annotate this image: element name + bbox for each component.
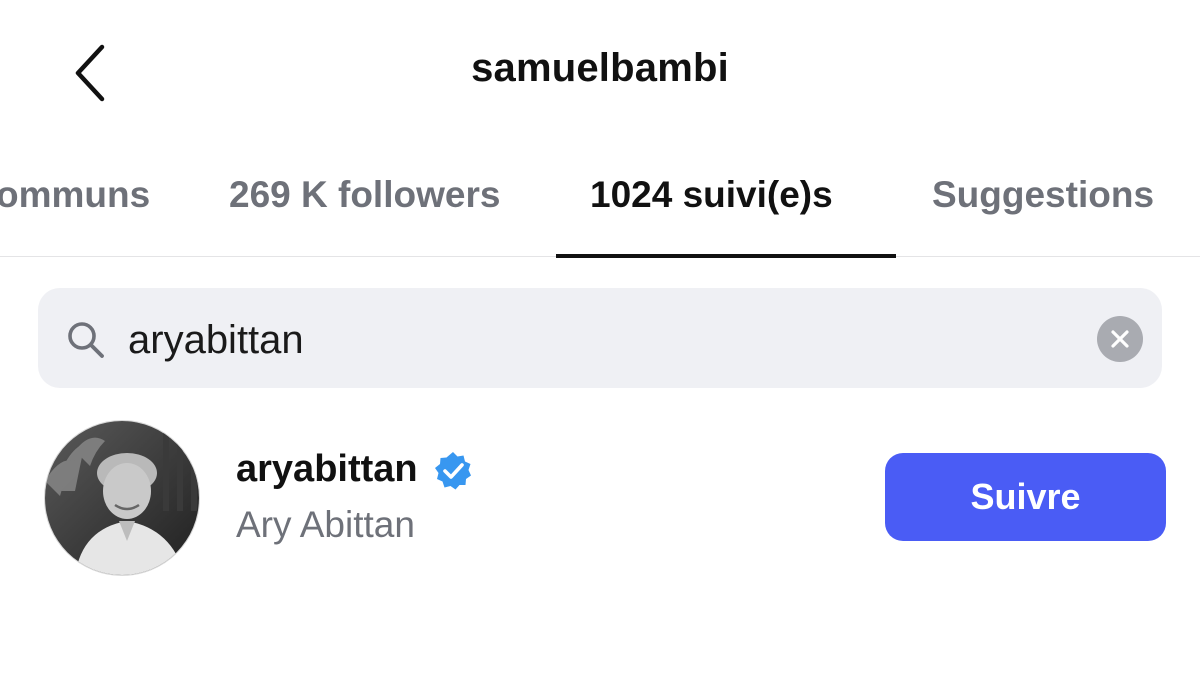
- clear-icon: [1111, 330, 1129, 348]
- search-input[interactable]: [128, 312, 1068, 368]
- result-full-name: Ary Abittan: [236, 504, 415, 545]
- tab-following[interactable]: 1024 suivi(e)s: [590, 174, 833, 216]
- page-title: samuelbambi: [471, 46, 729, 90]
- tab-suggestions[interactable]: Suggestions: [932, 174, 1154, 216]
- active-tab-indicator: [556, 254, 896, 258]
- verified-badge-icon: [435, 452, 471, 490]
- search-icon: [68, 322, 104, 358]
- avatar-photo: [45, 421, 199, 575]
- tab-communs[interactable]: ommuns: [0, 174, 150, 216]
- avatar[interactable]: [44, 420, 200, 576]
- clear-search-button[interactable]: [1097, 316, 1143, 362]
- tab-followers[interactable]: 269 K followers: [229, 174, 500, 216]
- follow-button[interactable]: Suivre: [885, 453, 1166, 541]
- result-username[interactable]: aryabittan: [236, 448, 418, 491]
- tab-bar: ommuns 269 K followers 1024 suivi(e)s Su…: [0, 150, 1200, 258]
